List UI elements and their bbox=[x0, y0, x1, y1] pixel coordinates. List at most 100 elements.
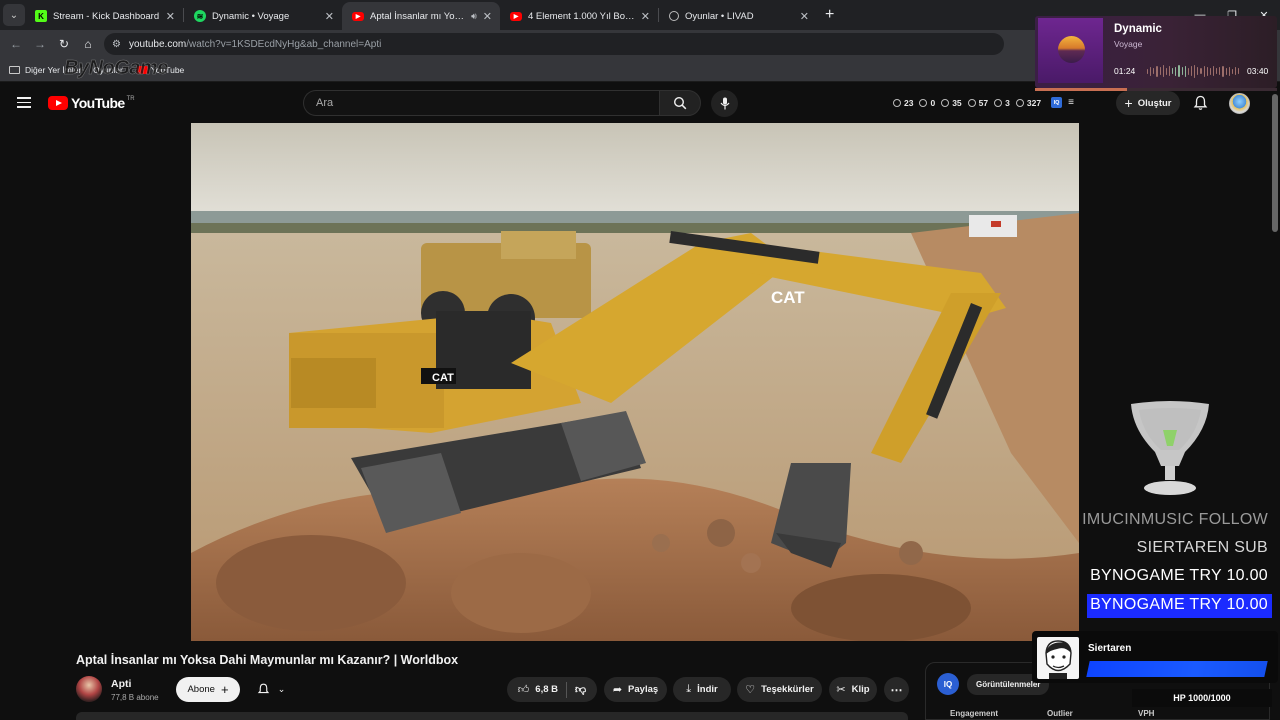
subscriber-count: 77,8 B abone bbox=[111, 693, 159, 702]
account-avatar[interactable] bbox=[1229, 93, 1250, 114]
column-outlier: Outlier bbox=[1047, 709, 1073, 718]
waveform-bar bbox=[1216, 68, 1218, 74]
waveform-bar bbox=[1197, 67, 1199, 75]
stat-item: 57 bbox=[967, 98, 988, 108]
share-button[interactable]: ➦ Paylaş bbox=[604, 677, 667, 702]
youtube-icon: ▶ bbox=[510, 11, 522, 21]
close-icon[interactable]: ✕ bbox=[641, 10, 650, 23]
track-title: Dynamic bbox=[1114, 23, 1162, 35]
iq-badge[interactable]: IQ bbox=[1051, 97, 1063, 108]
tab-livad[interactable]: Oyunlar • LIVAD ✕ bbox=[659, 2, 817, 30]
vidiq-logo[interactable]: IQ bbox=[937, 673, 959, 695]
svg-text:CAT: CAT bbox=[432, 372, 454, 384]
channel-avatar[interactable] bbox=[76, 676, 102, 702]
waveform-bar bbox=[1150, 66, 1152, 76]
waveform-bar bbox=[1165, 67, 1167, 75]
tab-title: Oyunlar • LIVAD bbox=[685, 10, 754, 22]
create-button[interactable]: + Oluştur bbox=[1116, 91, 1180, 115]
video-player[interactable]: CAT CAT bbox=[191, 123, 1079, 641]
channel-name[interactable]: Apti bbox=[111, 678, 131, 690]
clock-icon bbox=[893, 98, 901, 107]
search-icon bbox=[673, 96, 687, 110]
more-icon: ⋯ bbox=[890, 682, 903, 697]
close-icon[interactable]: ✕ bbox=[325, 10, 334, 23]
tab-title: Stream - Kick Dashboard bbox=[53, 10, 160, 22]
column-vph: VPH bbox=[1138, 709, 1155, 718]
alert-follow: IMUCINMUSIC FOLLOW bbox=[1082, 511, 1268, 528]
notification-settings-button[interactable]: ⌄ bbox=[246, 677, 296, 702]
bell-icon bbox=[257, 683, 269, 694]
url-field[interactable]: ⚙ youtube.com/watch?v=1KSDEcdNyHg&ab_cha… bbox=[104, 33, 1004, 55]
menu-icon[interactable] bbox=[17, 97, 31, 108]
download-button[interactable]: ⤓ İndir bbox=[673, 677, 731, 702]
plus-icon: + bbox=[1124, 95, 1133, 111]
waveform-bar bbox=[1168, 66, 1171, 76]
kick-icon: K bbox=[35, 10, 47, 22]
like-dislike-group: 👍︎ 6,8 B 👎︎ bbox=[507, 677, 597, 702]
tab-youtube-active[interactable]: ▶ Aptal İnsanlar mı Yoksa Dahi Ma 🔊︎ ✕ bbox=[342, 2, 500, 30]
waveform-bar bbox=[1162, 65, 1164, 77]
waveform-bar bbox=[1178, 65, 1180, 77]
page-scrollbar[interactable] bbox=[1270, 84, 1280, 720]
back-icon[interactable]: ← bbox=[4, 37, 28, 51]
chevron-down-icon: ⌄ bbox=[277, 684, 286, 694]
track-artist: Voyage bbox=[1114, 39, 1143, 49]
stat-item: 0 bbox=[919, 98, 935, 108]
extension-stats: 23 0 35 57 3 327 IQ ≡ bbox=[893, 97, 1074, 108]
tab-spotify[interactable]: ≋ Dynamic • Voyage ✕ bbox=[184, 2, 342, 30]
waveform-bar bbox=[1187, 67, 1189, 75]
thanks-button[interactable]: ♡ Teşekkürler bbox=[737, 677, 822, 702]
description-box[interactable] bbox=[76, 712, 908, 720]
search-input[interactable]: Ara bbox=[303, 90, 659, 116]
youtube-icon: ▶ bbox=[352, 11, 364, 21]
screen: ⌄ K Stream - Kick Dashboard ✕ ≋ Dynamic … bbox=[0, 0, 1280, 720]
elapsed-time: 01:24 bbox=[1114, 66, 1136, 76]
subscribe-button[interactable]: Abone + bbox=[176, 677, 240, 702]
waveform-bar bbox=[1200, 68, 1202, 74]
thumbs-down-icon: 👎︎ bbox=[575, 684, 587, 696]
new-tab-button[interactable]: + bbox=[825, 6, 834, 24]
dislike-button[interactable]: 👎︎ bbox=[575, 683, 586, 696]
waveform-bar bbox=[1231, 68, 1233, 74]
forward-icon[interactable]: → bbox=[28, 37, 52, 51]
share-icon: ➦ bbox=[612, 684, 623, 696]
voice-search-button[interactable] bbox=[711, 90, 738, 117]
waveform-bar bbox=[1238, 68, 1240, 74]
video-title: Aptal İnsanlar mı Yoksa Dahi Maymunlar m… bbox=[76, 653, 459, 667]
waveform-bar bbox=[1209, 67, 1211, 75]
list-icon[interactable]: ≡ bbox=[1068, 97, 1074, 108]
tab-kick-dashboard[interactable]: K Stream - Kick Dashboard ✕ bbox=[25, 2, 183, 30]
waveform-bar bbox=[1184, 65, 1186, 77]
reload-icon[interactable]: ↻ bbox=[52, 37, 76, 51]
scrollbar-thumb[interactable] bbox=[1272, 94, 1278, 232]
timer-icon bbox=[994, 98, 1003, 107]
waveform-bar bbox=[1172, 68, 1174, 74]
waveform bbox=[1147, 64, 1240, 78]
notifications-button[interactable] bbox=[1193, 95, 1208, 116]
close-icon[interactable]: ✕ bbox=[800, 10, 809, 23]
tab-youtube-element[interactable]: ▶ 4 Element 1.000 Yıl Boyunca Sa ✕ bbox=[500, 2, 658, 30]
folder-icon bbox=[9, 65, 20, 74]
like-button[interactable]: 👍︎ 6,8 B bbox=[518, 683, 558, 696]
youtube-logo[interactable]: YouTube TR bbox=[48, 95, 135, 111]
tab-title: Aptal İnsanlar mı Yoksa Dahi Ma bbox=[370, 10, 468, 22]
album-art bbox=[1038, 18, 1103, 83]
home-icon[interactable]: ⌂ bbox=[76, 37, 100, 51]
waveform-bar bbox=[1225, 67, 1227, 75]
waveform-bar bbox=[1206, 66, 1208, 76]
more-actions-button[interactable]: ⋯ bbox=[884, 677, 909, 702]
eye-icon bbox=[919, 98, 928, 107]
waveform-bar bbox=[1222, 65, 1224, 77]
target-icon bbox=[941, 98, 950, 107]
close-icon[interactable]: ✕ bbox=[483, 10, 492, 23]
svg-text:CAT: CAT bbox=[771, 288, 805, 307]
close-icon[interactable]: ✕ bbox=[166, 10, 175, 23]
clip-button[interactable]: ✂ Klip bbox=[829, 677, 877, 702]
microphone-icon bbox=[720, 97, 729, 110]
search-button[interactable] bbox=[659, 90, 701, 116]
speaker-icon[interactable]: 🔊︎ bbox=[471, 11, 477, 22]
bynogame-watermark: ByNoGame bbox=[64, 57, 169, 80]
waveform-bar bbox=[1212, 66, 1215, 76]
tab-search-icon[interactable]: ⌄ bbox=[3, 4, 25, 26]
site-info-icon[interactable]: ⚙ bbox=[112, 39, 121, 50]
